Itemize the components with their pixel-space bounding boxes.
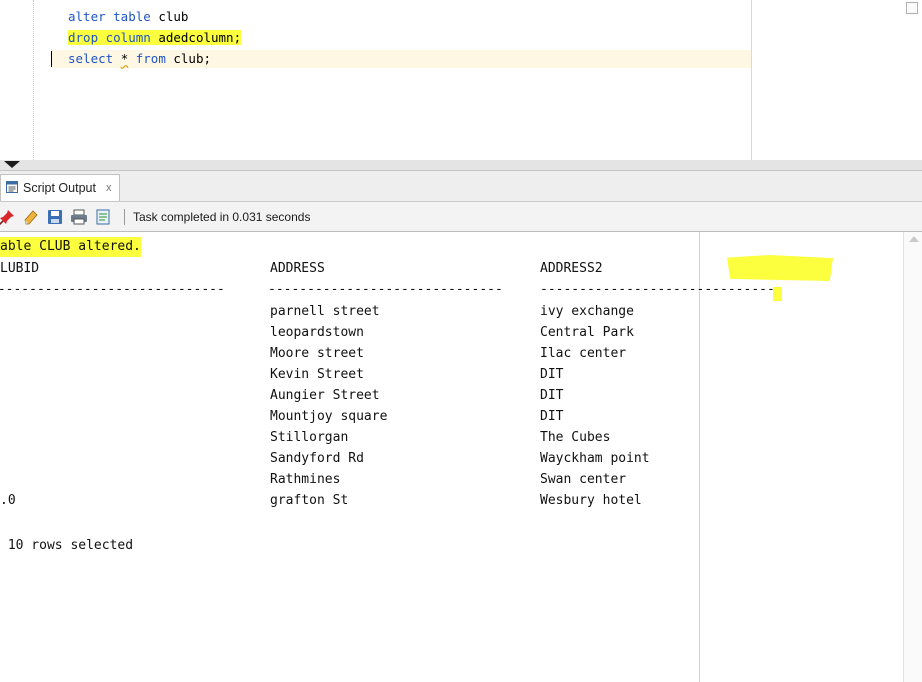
code-line[interactable]: drop column adedcolumn; — [68, 29, 242, 47]
table-cell: Aungier Street — [270, 388, 380, 403]
table-cell: grafton St — [270, 493, 349, 508]
code-token: club; — [165, 51, 212, 66]
table-cell: Swan center — [540, 472, 627, 487]
table-cell: Moore street — [270, 346, 364, 361]
scroll-up-icon[interactable] — [909, 236, 919, 242]
editor-gutter-guide — [33, 0, 34, 160]
close-tab-icon[interactable]: x — [106, 182, 112, 194]
table-cell: Stillorgan — [270, 430, 349, 445]
output-vertical-scrollbar[interactable] — [903, 232, 922, 682]
table-cell: Rathmines — [270, 472, 341, 487]
column-header-address2: ADDRESS2 — [540, 261, 603, 276]
task-status-text: Task completed in 0.031 seconds — [133, 209, 311, 224]
toolbar-separator — [124, 208, 125, 225]
panel-splitter[interactable] — [0, 160, 922, 171]
script-output-icon — [5, 180, 19, 197]
table-cell: DIT — [540, 367, 564, 382]
collapse-arrow-icon[interactable] — [4, 161, 20, 168]
code-line[interactable]: select * from club; — [52, 50, 751, 68]
table-cell: DIT — [540, 388, 564, 403]
open-file-icon[interactable] — [92, 206, 114, 228]
output-tab-bar: Script Output x — [0, 171, 922, 202]
column-header-clubid: LUBID — [0, 261, 40, 276]
table-cell: Wesbury hotel — [540, 493, 642, 508]
pin-icon[interactable] — [0, 206, 18, 228]
code-token: from — [135, 51, 166, 66]
tab-label: Script Output — [23, 181, 96, 195]
table-cell: Wayckham point — [540, 451, 650, 466]
code-token: drop column — [68, 30, 151, 45]
table-cell: Kevin Street — [270, 367, 364, 382]
editor-scroll-corner[interactable] — [906, 2, 918, 14]
column-header-address: ADDRESS — [270, 261, 325, 276]
print-icon[interactable] — [68, 206, 90, 228]
tab-script-output[interactable]: Script Output x — [0, 174, 121, 201]
code-token: alter table — [68, 9, 151, 24]
code-token: adedcolumn; — [150, 30, 242, 45]
table-cell: Ilac center — [540, 346, 627, 361]
code-line[interactable]: alter table club — [68, 8, 188, 26]
table-cell: Sandyford Rd — [270, 451, 364, 466]
column-separator: ------------------------------ — [268, 282, 503, 297]
column-separator: ------------------------------ — [0, 282, 225, 297]
editor-right-margin — [751, 0, 752, 160]
highlight-mark — [727, 255, 833, 281]
sql-worksheet-editor[interactable]: alter table club drop column adedcolumn; s… — [0, 0, 922, 161]
alter-message: able CLUB altered. — [0, 237, 141, 257]
table-cell: Mountjoy square — [270, 409, 388, 424]
code-token: club — [150, 9, 189, 24]
table-cell: leopardstown — [270, 325, 364, 340]
script-output-area[interactable]: able CLUB altered. LUBID ADDRESS ADDRESS… — [0, 232, 922, 682]
table-cell: The Cubes — [540, 430, 611, 445]
code-token: select — [68, 51, 114, 66]
rows-selected-footer: 10 rows selected — [0, 538, 134, 553]
table-cell: .0 — [0, 493, 16, 508]
save-icon[interactable] — [44, 206, 66, 228]
eraser-icon[interactable] — [20, 206, 42, 228]
table-cell: parnell street — [270, 304, 380, 319]
column-separator: ------------------------------ — [540, 282, 775, 297]
table-cell: Central Park — [540, 325, 634, 340]
table-cell: ivy exchange — [540, 304, 634, 319]
table-cell: DIT — [540, 409, 564, 424]
output-toolbar: Task completed in 0.031 seconds — [0, 202, 922, 232]
